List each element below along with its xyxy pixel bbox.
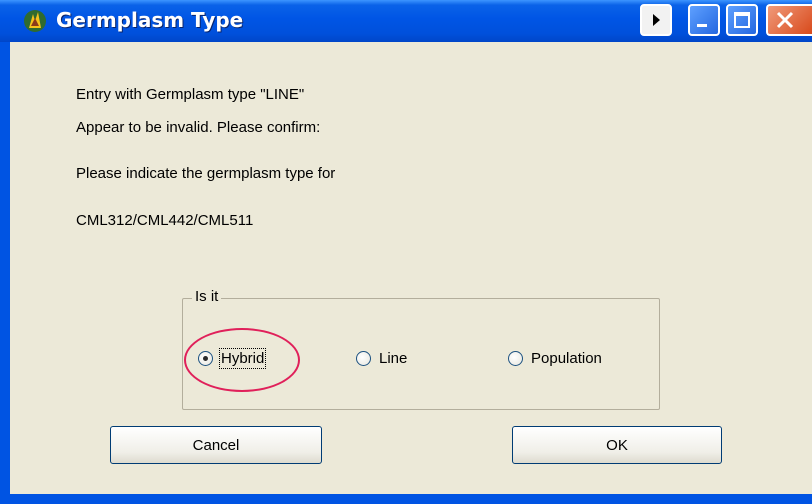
window-bottom-border <box>0 494 812 504</box>
radio-population-label[interactable]: Population <box>531 350 602 367</box>
title-bar[interactable]: Germplasm Type <box>0 0 812 42</box>
close-button[interactable] <box>766 4 812 36</box>
radio-population[interactable]: Population <box>508 350 602 367</box>
maximize-icon <box>734 12 750 28</box>
cancel-button[interactable]: Cancel <box>110 426 322 464</box>
radio-line[interactable]: Line <box>356 350 407 367</box>
window-left-border <box>0 42 10 504</box>
highlight-annotation <box>184 328 300 392</box>
minimize-icon <box>697 24 707 27</box>
group-legend: Is it <box>192 288 222 305</box>
play-button[interactable] <box>640 4 672 36</box>
dialog-window: Germplasm Type Entry with Germplasm type <box>0 0 812 504</box>
message-line-2: Appear to be invalid. Please confirm: <box>76 119 321 136</box>
radio-line-circle[interactable] <box>356 351 371 366</box>
radio-population-circle[interactable] <box>508 351 523 366</box>
play-arrow-icon <box>653 14 660 26</box>
app-icon <box>24 10 46 32</box>
message-line-3: Please indicate the germplasm type for <box>76 165 336 182</box>
ok-button[interactable]: OK <box>512 426 722 464</box>
germplasm-name: CML312/CML442/CML511 <box>76 212 254 229</box>
close-icon <box>776 11 794 29</box>
message-line-1: Entry with Germplasm type "LINE" <box>76 86 305 103</box>
minimize-button[interactable] <box>688 4 720 36</box>
window-title: Germplasm Type <box>56 8 244 32</box>
maximize-button[interactable] <box>726 4 758 36</box>
radio-line-label[interactable]: Line <box>379 350 407 367</box>
